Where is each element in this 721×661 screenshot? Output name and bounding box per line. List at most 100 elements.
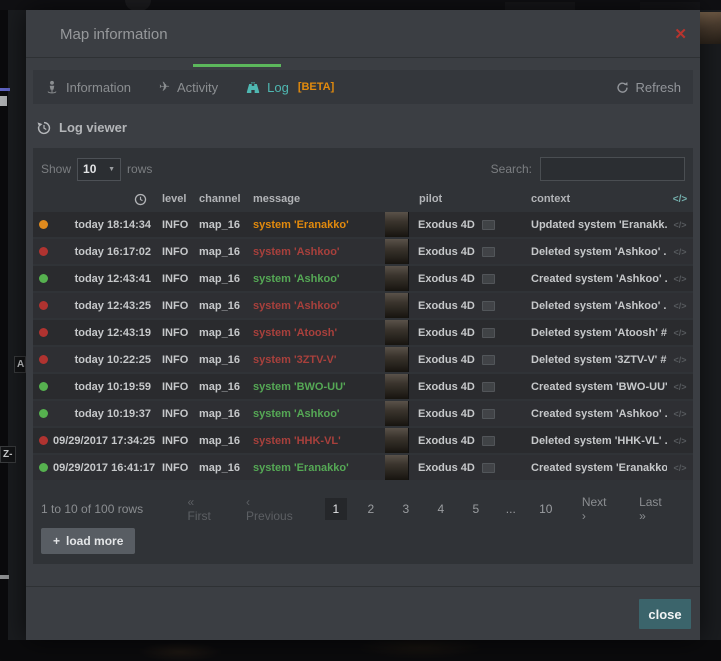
log-table-row[interactable]: today 10:22:25 INFO map_16 system '3ZTV-… bbox=[33, 347, 693, 372]
tab-information-label: Information bbox=[66, 80, 131, 95]
pagination-page-4[interactable]: 4 bbox=[430, 498, 452, 520]
character-card-icon bbox=[482, 355, 495, 365]
log-table-row[interactable]: 09/29/2017 16:41:17 INFO map_16 system '… bbox=[33, 455, 693, 480]
status-cell bbox=[33, 220, 53, 229]
code-toggle-icon[interactable]: </> bbox=[667, 463, 693, 473]
background-window-fragment bbox=[505, 2, 575, 10]
refresh-label: Refresh bbox=[635, 80, 681, 95]
message-cell: system 'Ashkoo' bbox=[241, 273, 385, 285]
channel-cell: map_16 bbox=[193, 246, 241, 258]
pilot-avatar bbox=[385, 266, 409, 291]
pilot-avatar bbox=[385, 320, 409, 345]
context-cell: Created system 'Ashkoo' ... bbox=[531, 408, 667, 420]
chevron-down-icon: ▼ bbox=[108, 166, 115, 173]
pagination-previous[interactable]: ‹ Previous bbox=[246, 495, 299, 523]
log-viewer-title: Log viewer bbox=[59, 120, 127, 135]
status-dot-icon bbox=[39, 220, 48, 229]
status-cell bbox=[33, 247, 53, 256]
level-cell: INFO bbox=[151, 219, 193, 231]
map-system-fragment bbox=[0, 96, 7, 106]
log-table-row[interactable]: today 10:19:37 INFO map_16 system 'Ashko… bbox=[33, 401, 693, 426]
log-table: level channel message pilot context </> … bbox=[33, 188, 693, 482]
map-system-label: Ali bbox=[14, 356, 26, 373]
context-cell: Created system 'Eranakko... bbox=[531, 462, 667, 474]
code-toggle-icon[interactable]: </> bbox=[667, 382, 693, 392]
status-dot-icon bbox=[39, 301, 48, 310]
pilot-avatar bbox=[385, 374, 409, 399]
pilot-avatar bbox=[385, 455, 409, 480]
level-cell: INFO bbox=[151, 435, 193, 447]
dialog-title: Map information bbox=[60, 26, 168, 43]
code-toggle-icon[interactable]: </> bbox=[667, 301, 693, 311]
code-toggle-icon[interactable]: </> bbox=[667, 274, 693, 284]
code-toggle-icon[interactable]: </> bbox=[667, 409, 693, 419]
pagination-first[interactable]: « First bbox=[187, 495, 220, 523]
time-column-header[interactable] bbox=[53, 193, 151, 206]
level-cell: INFO bbox=[151, 462, 193, 474]
code-toggle-icon[interactable]: </> bbox=[667, 220, 693, 230]
log-table-row[interactable]: today 16:17:02 INFO map_16 system 'Ashko… bbox=[33, 239, 693, 264]
code-toggle-icon[interactable]: </> bbox=[667, 247, 693, 257]
status-dot-icon bbox=[39, 247, 48, 256]
log-table-row[interactable]: 09/29/2017 17:34:25 INFO map_16 system '… bbox=[33, 428, 693, 453]
time-cell: today 10:19:37 bbox=[53, 408, 151, 420]
pagination-page-3[interactable]: 3 bbox=[395, 498, 417, 520]
log-table-row[interactable]: today 12:43:19 INFO map_16 system 'Atoos… bbox=[33, 320, 693, 345]
context-column-header[interactable]: context bbox=[531, 193, 667, 205]
pilot-name: Exodus 4D bbox=[418, 300, 475, 312]
code-toggle-icon[interactable]: </> bbox=[667, 436, 693, 446]
load-more-button[interactable]: + load more bbox=[41, 528, 135, 554]
load-more-label: load more bbox=[66, 534, 123, 548]
log-table-row[interactable]: today 12:43:25 INFO map_16 system 'Ashko… bbox=[33, 293, 693, 318]
pilot-name: Exodus 4D bbox=[418, 354, 475, 366]
log-table-row[interactable]: today 12:43:41 INFO map_16 system 'Ashko… bbox=[33, 266, 693, 291]
log-table-row[interactable]: today 18:14:34 INFO map_16 system 'Erana… bbox=[33, 212, 693, 237]
pagination-ellipsis: ... bbox=[500, 498, 522, 520]
tab-activity-label: Activity bbox=[177, 80, 218, 95]
pagination-last[interactable]: Last » bbox=[639, 495, 671, 523]
history-icon bbox=[37, 121, 51, 135]
refresh-button[interactable]: Refresh bbox=[616, 80, 681, 95]
level-cell: INFO bbox=[151, 246, 193, 258]
search-input[interactable] bbox=[540, 157, 685, 181]
dialog-close-icon[interactable]: ✕ bbox=[674, 25, 687, 43]
status-dot-icon bbox=[39, 382, 48, 391]
close-button[interactable]: close bbox=[639, 599, 691, 629]
page-size-value: 10 bbox=[83, 162, 96, 176]
channel-column-header[interactable]: channel bbox=[193, 193, 241, 205]
tab-activity[interactable]: ✈ Activity bbox=[159, 79, 218, 95]
pagination-page-2[interactable]: 2 bbox=[360, 498, 382, 520]
pagination-page-5[interactable]: 5 bbox=[465, 498, 487, 520]
level-cell: INFO bbox=[151, 408, 193, 420]
status-dot-icon bbox=[39, 274, 48, 283]
level-column-header[interactable]: level bbox=[151, 193, 193, 205]
pilot-cell: Exodus 4D bbox=[385, 401, 531, 426]
pilot-name: Exodus 4D bbox=[418, 246, 475, 258]
page-size-select[interactable]: 10 ▼ bbox=[77, 158, 121, 181]
map-connection-line bbox=[0, 88, 10, 91]
level-cell: INFO bbox=[151, 327, 193, 339]
code-toggle-icon[interactable]: </> bbox=[667, 355, 693, 365]
character-card-icon bbox=[482, 301, 495, 311]
refresh-icon bbox=[616, 81, 629, 94]
message-cell: system 'HHK-VL' bbox=[241, 435, 385, 447]
pilot-cell: Exodus 4D bbox=[385, 428, 531, 453]
status-dot-icon bbox=[39, 355, 48, 364]
time-cell: 09/29/2017 17:34:25 bbox=[53, 435, 151, 447]
character-card-icon bbox=[482, 436, 495, 446]
pilot-avatar bbox=[385, 401, 409, 426]
time-cell: today 16:17:02 bbox=[53, 246, 151, 258]
page-top-bar bbox=[0, 0, 721, 10]
background-portrait-fragment bbox=[700, 12, 721, 44]
log-table-row[interactable]: today 10:19:59 INFO map_16 system 'BWO-U… bbox=[33, 374, 693, 399]
pagination-next[interactable]: Next › bbox=[582, 495, 613, 523]
binoculars-icon bbox=[246, 80, 260, 94]
context-cell: Deleted system '3ZTV-V' #... bbox=[531, 354, 667, 366]
message-column-header[interactable]: message bbox=[241, 193, 385, 205]
pagination-page-1[interactable]: 1 bbox=[325, 498, 347, 520]
tab-information[interactable]: Information bbox=[45, 80, 131, 95]
pagination-page-10[interactable]: 10 bbox=[535, 498, 557, 520]
tab-log[interactable]: Log [BETA] bbox=[246, 80, 334, 95]
pilot-column-header[interactable]: pilot bbox=[385, 188, 531, 210]
code-toggle-icon[interactable]: </> bbox=[667, 328, 693, 338]
